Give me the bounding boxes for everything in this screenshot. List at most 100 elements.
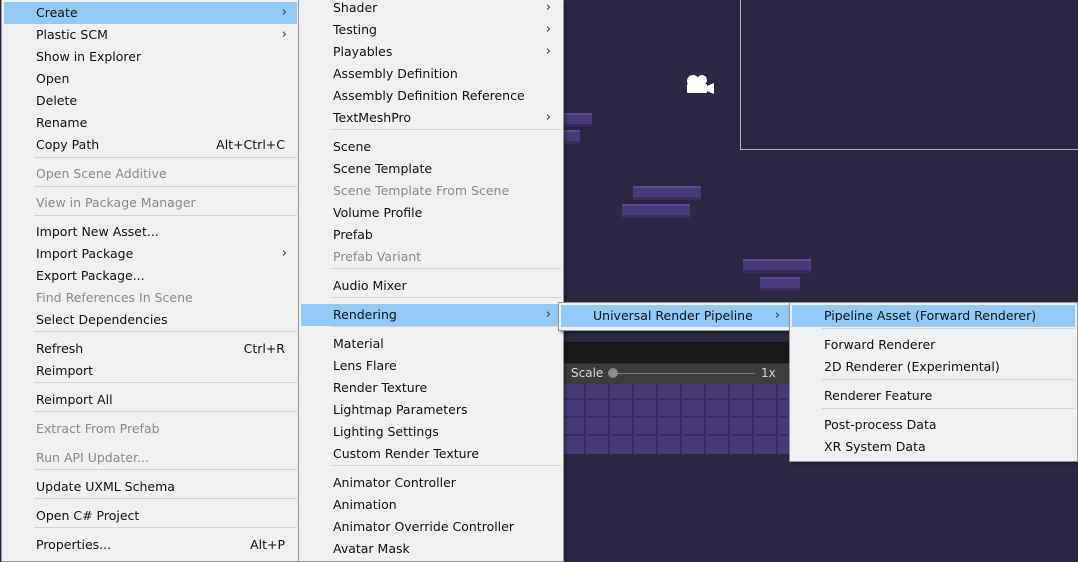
menu-separator: [34, 157, 297, 158]
menu-item-create[interactable]: Create ›: [4, 2, 297, 24]
menu-item-assembly-definition[interactable]: Assembly Definition: [301, 63, 561, 85]
menu-item-avatar-mask[interactable]: Avatar Mask: [301, 538, 561, 560]
menu-item-plastic-scm[interactable]: Plastic SCM ›: [4, 24, 297, 46]
menu-item-material[interactable]: Material: [301, 333, 561, 355]
menu-item-label: Reimport: [36, 363, 94, 378]
menu-item-label: Refresh: [36, 341, 84, 356]
menu-item-label: Lens Flare: [333, 358, 397, 373]
camera-bounds-frame: [740, 0, 1078, 150]
menu-item-volume-profile[interactable]: Volume Profile: [301, 202, 561, 224]
menu-item-animator-controller[interactable]: Animator Controller: [301, 472, 561, 494]
game-view-toolbar: [562, 342, 792, 363]
menu-item-label: Shader: [333, 0, 378, 15]
menu-item-view-in-package-manager: View in Package Manager: [4, 192, 297, 214]
menu-item-rename[interactable]: Rename: [4, 112, 297, 134]
menu-item-label: Rename: [36, 115, 88, 130]
chevron-right-icon: ›: [545, 44, 551, 59]
menu-item-label: Pipeline Asset (Forward Renderer): [824, 308, 1037, 323]
menu-item-2d-renderer-experimental[interactable]: 2D Renderer (Experimental): [792, 356, 1075, 378]
menu-item-refresh[interactable]: Refresh Ctrl+R: [4, 338, 297, 360]
menu-item-delete[interactable]: Delete: [4, 90, 297, 112]
menu-item-label: Universal Render Pipeline: [593, 308, 753, 323]
chevron-right-icon: ›: [545, 110, 551, 125]
menu-item-open-c-project[interactable]: Open C# Project: [4, 505, 297, 527]
shortcut-label: Ctrl+R: [243, 341, 285, 356]
menu-item-update-uxml-schema[interactable]: Update UXML Schema: [4, 476, 297, 498]
menu-separator: [822, 328, 1075, 329]
scale-label: Scale: [571, 366, 604, 380]
menu-item-shader[interactable]: Shader ›: [301, 0, 561, 19]
game-view-tiles: [562, 384, 790, 454]
scale-control[interactable]: Scale 1x: [562, 364, 790, 384]
menu-item-open-scene-additive: Open Scene Additive: [4, 163, 297, 185]
menu-separator: [34, 331, 297, 332]
menu-item-playables[interactable]: Playables ›: [301, 41, 561, 63]
menu-item-post-process-data[interactable]: Post-process Data: [792, 414, 1075, 436]
tile-sprite: [560, 113, 592, 127]
menu-item-label: Avatar Mask: [333, 541, 410, 556]
menu-item-scene-template-from-scene: Scene Template From Scene: [301, 180, 561, 202]
menu-item-label: Custom Render Texture: [333, 446, 480, 461]
menu-separator: [331, 326, 561, 327]
menu-item-assembly-definition-reference[interactable]: Assembly Definition Reference: [301, 85, 561, 107]
menu-item-open[interactable]: Open: [4, 68, 297, 90]
menu-item-label: Animator Controller: [333, 475, 456, 490]
menu-item-label: Plastic SCM: [36, 27, 108, 42]
menu-item-renderer-feature[interactable]: Renderer Feature: [792, 385, 1075, 407]
menu-item-prefab[interactable]: Prefab: [301, 224, 561, 246]
menu-item-label: Lighting Settings: [333, 424, 439, 439]
menu-item-label: Prefab: [333, 227, 373, 242]
menu-item-scene[interactable]: Scene: [301, 136, 561, 158]
tile-sprite: [622, 204, 690, 218]
menu-item-label: Copy Path: [36, 137, 100, 152]
tile-row-line: [562, 434, 790, 436]
menu-item-universal-render-pipeline[interactable]: Universal Render Pipeline ›: [561, 305, 790, 327]
menu-item-prefab-variant: Prefab Variant: [301, 246, 561, 268]
menu-item-label: Lightmap Parameters: [333, 402, 468, 417]
menu-separator: [331, 268, 561, 269]
menu-item-testing[interactable]: Testing ›: [301, 19, 561, 41]
menu-item-textmeshpro[interactable]: TextMeshPro ›: [301, 107, 561, 129]
menu-item-properties[interactable]: Properties... Alt+P: [4, 534, 297, 556]
menu-item-label: Select Dependencies: [36, 312, 168, 327]
menu-item-import-new-asset[interactable]: Import New Asset...: [4, 221, 297, 243]
menu-item-label: Export Package...: [36, 268, 145, 283]
menu-item-animation[interactable]: Animation: [301, 494, 561, 516]
menu-item-label: Volume Profile: [333, 205, 423, 220]
menu-item-xr-system-data[interactable]: XR System Data: [792, 436, 1075, 458]
menu-item-label: Playables: [333, 44, 393, 59]
menu-item-animator-override-controller[interactable]: Animator Override Controller: [301, 516, 561, 538]
menu-item-render-texture[interactable]: Render Texture: [301, 377, 561, 399]
menu-item-export-package[interactable]: Export Package...: [4, 265, 297, 287]
menu-item-audio-mixer[interactable]: Audio Mixer: [301, 275, 561, 297]
chevron-right-icon: ›: [545, 307, 551, 322]
chevron-right-icon: ›: [281, 246, 287, 261]
menu-item-label: Scene: [333, 139, 372, 154]
tile-sprite: [633, 186, 701, 200]
menu-item-rendering[interactable]: Rendering ›: [301, 304, 561, 326]
scale-slider-track[interactable]: [612, 373, 755, 374]
menu-item-import-package[interactable]: Import Package ›: [4, 243, 297, 265]
menu-item-label: Material: [333, 336, 384, 351]
chevron-right-icon: ›: [281, 27, 287, 42]
menu-item-reimport[interactable]: Reimport: [4, 360, 297, 382]
menu-item-label: Animator Override Controller: [333, 519, 514, 534]
menu-item-custom-render-texture[interactable]: Custom Render Texture: [301, 443, 561, 465]
menu-separator: [34, 469, 297, 470]
menu-item-lens-flare[interactable]: Lens Flare: [301, 355, 561, 377]
scale-slider-knob[interactable]: [608, 368, 618, 378]
menu-item-label: View in Package Manager: [36, 195, 196, 210]
camera-gizmo-icon[interactable]: [683, 72, 715, 96]
menu-item-label: Import Package: [36, 246, 134, 261]
menu-item-lighting-settings[interactable]: Lighting Settings: [301, 421, 561, 443]
menu-item-copy-path[interactable]: Copy Path Alt+Ctrl+C: [4, 134, 297, 156]
chevron-right-icon: ›: [545, 22, 551, 37]
menu-item-reimport-all[interactable]: Reimport All: [4, 389, 297, 411]
menu-item-select-dependencies[interactable]: Select Dependencies: [4, 309, 297, 331]
menu-item-lightmap-parameters[interactable]: Lightmap Parameters: [301, 399, 561, 421]
menu-item-show-in-explorer[interactable]: Show in Explorer: [4, 46, 297, 68]
menu-item-scene-template[interactable]: Scene Template: [301, 158, 561, 180]
menu-item-extract-from-prefab: Extract From Prefab: [4, 418, 297, 440]
menu-item-pipeline-asset-forward-renderer[interactable]: Pipeline Asset (Forward Renderer): [792, 305, 1075, 327]
menu-item-forward-renderer[interactable]: Forward Renderer: [792, 334, 1075, 356]
